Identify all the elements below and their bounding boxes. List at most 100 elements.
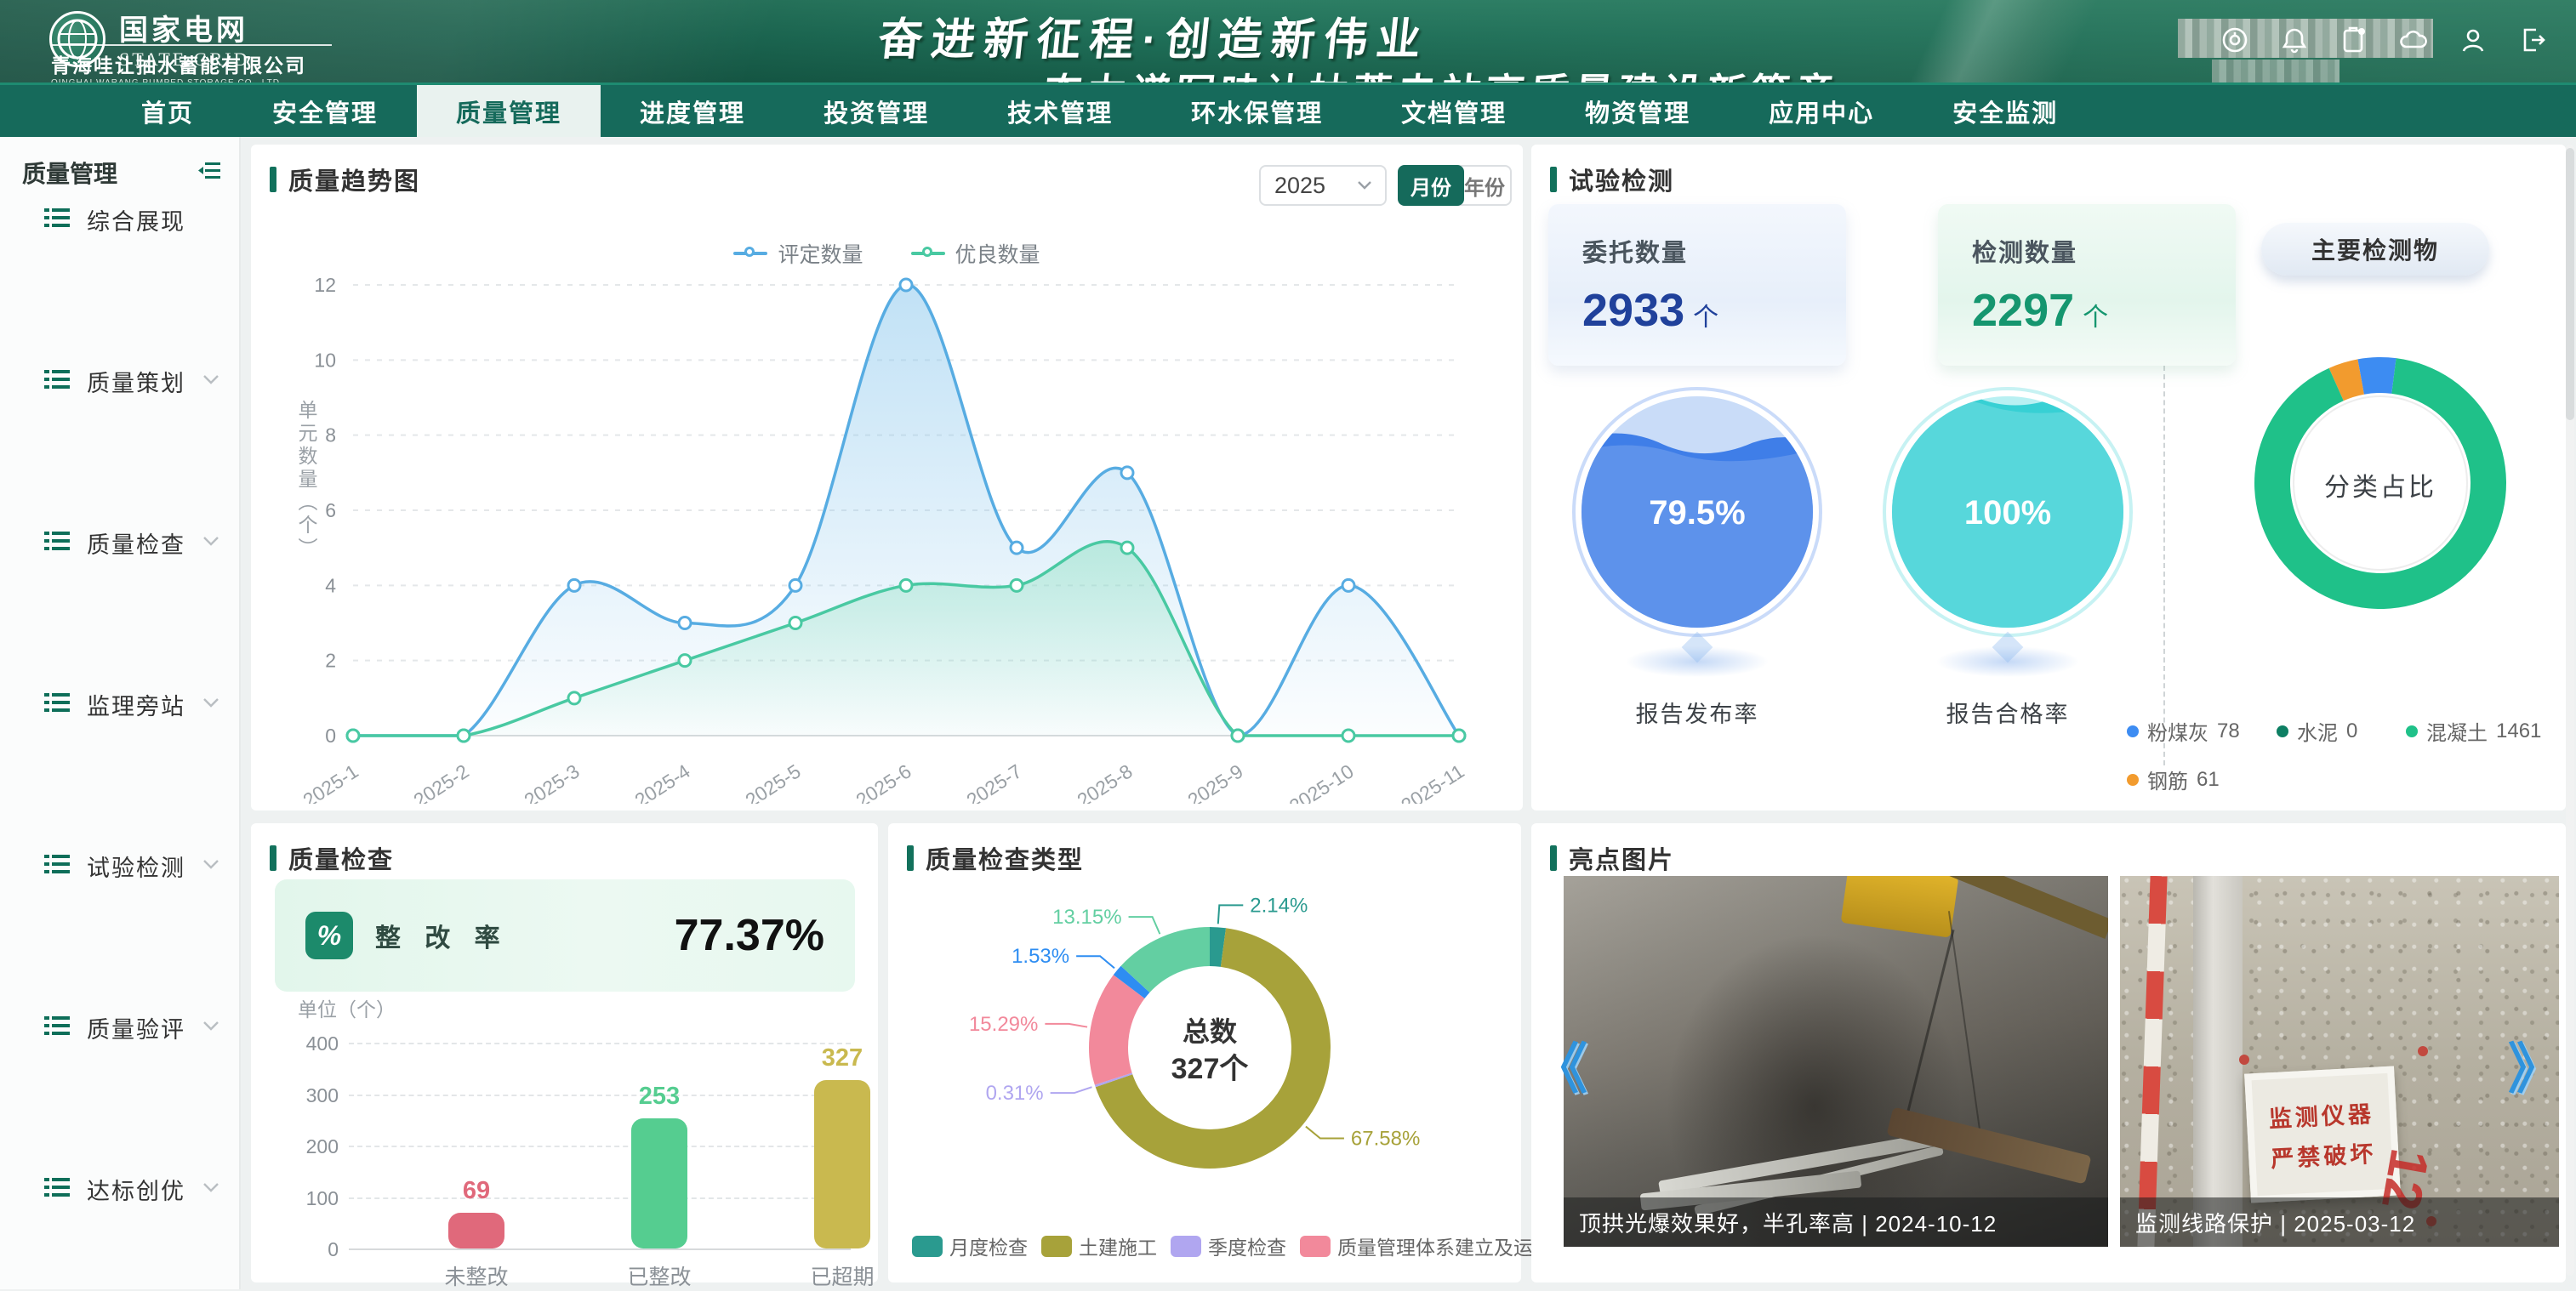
nav-item-5[interactable]: 技术管理 bbox=[968, 85, 1152, 137]
nav-item-2[interactable]: 质量管理 bbox=[417, 85, 601, 137]
svg-text:1.53%: 1.53% bbox=[1012, 945, 1069, 968]
scrollbar-thumb[interactable] bbox=[2566, 148, 2574, 420]
header: 国家电网 STATE GRID 青海哇让抽水蓄能有限公司 QINGHAI WAR… bbox=[0, 0, 2576, 82]
y-tick: 0 bbox=[298, 1238, 339, 1261]
nav-item-7[interactable]: 文档管理 bbox=[1362, 85, 1546, 137]
bar-已超期[interactable] bbox=[814, 1080, 870, 1248]
carousel-next-icon[interactable]: 》 bbox=[2508, 1026, 2562, 1104]
sidebar-item-label: 质量验评 bbox=[87, 1011, 185, 1044]
svg-text:12: 12 bbox=[314, 274, 336, 296]
stat-card-0: 委托数量2933个 bbox=[1548, 204, 1846, 366]
svg-text:2025-9: 2025-9 bbox=[1183, 759, 1246, 804]
carousel-prev-icon[interactable]: 《 bbox=[1533, 1026, 1587, 1104]
legend-item-土建施工[interactable]: 土建施工 bbox=[1041, 1231, 1157, 1260]
main-nav: 首页安全管理质量管理进度管理投资管理技术管理环水保管理文档管理物资管理应用中心安… bbox=[0, 82, 2576, 137]
list-icon bbox=[44, 369, 70, 394]
nav-item-9[interactable]: 应用中心 bbox=[1730, 85, 1913, 137]
svg-text:2025-10: 2025-10 bbox=[1285, 759, 1358, 804]
sidebar-item-label: 质量检查 bbox=[87, 526, 185, 560]
chevron-down-icon bbox=[203, 373, 219, 389]
pole-art bbox=[2193, 876, 2243, 1247]
svg-text:0.31%: 0.31% bbox=[986, 1082, 1044, 1105]
nav-item-10[interactable]: 安全监测 bbox=[1913, 85, 2097, 137]
drill-machine-art bbox=[1841, 876, 1959, 938]
toggle-month-button[interactable]: 月份 bbox=[1398, 165, 1464, 206]
help-icon[interactable] bbox=[2217, 22, 2253, 58]
bolt-art bbox=[2239, 1055, 2249, 1065]
legend-item-粉煤灰[interactable]: 粉煤灰78 bbox=[2127, 716, 2254, 746]
sidebar-item-label: 监理旁站 bbox=[87, 688, 185, 721]
gridline bbox=[349, 1043, 851, 1044]
sidebar-collapse-icon[interactable] bbox=[198, 161, 222, 185]
nav-item-1[interactable]: 安全管理 bbox=[233, 85, 417, 137]
cloud-icon[interactable] bbox=[2396, 22, 2431, 58]
panel-test-detection: 试验检测 主要检测物 79.5% 100% 报告发布率 报告合格率 分类占比 粉… bbox=[1531, 145, 2566, 810]
legend-row: 钢筋61 bbox=[2127, 765, 2552, 794]
sidebar-item-0[interactable]: 综合展现 bbox=[0, 190, 241, 249]
bar-label: 未整改 bbox=[408, 1260, 544, 1291]
highlight-photo-1[interactable]: 顶拱光爆效果好，半孔率高 | 2024-10-12 bbox=[1564, 876, 2108, 1247]
gridline bbox=[349, 1146, 851, 1147]
svg-text:15.29%: 15.29% bbox=[969, 1013, 1038, 1036]
year-select[interactable]: 2025 bbox=[1259, 165, 1387, 206]
sidebar-item-6[interactable]: 达标创优 bbox=[0, 1159, 241, 1219]
y-tick: 200 bbox=[298, 1135, 339, 1158]
legend-item-水泥[interactable]: 水泥0 bbox=[2277, 716, 2384, 746]
svg-text:2025-7: 2025-7 bbox=[962, 759, 1025, 804]
svg-text:6: 6 bbox=[325, 499, 336, 521]
report-pass-gauge: 100% bbox=[1880, 384, 2135, 640]
panel-accent-bar bbox=[1550, 845, 1557, 871]
panel-check-types: 质量检查类型 2.14%67.58%0.31%15.29%1.53%13.15%… bbox=[888, 823, 1521, 1282]
user-icon[interactable] bbox=[2455, 22, 2491, 58]
redacted-username-2 bbox=[2212, 60, 2339, 85]
stat-value: 2297个 bbox=[1972, 284, 2236, 337]
photo-caption: 监测线路保护 | 2025-03-12 bbox=[2120, 1197, 2559, 1247]
toggle-year-button[interactable]: 年份 bbox=[1457, 165, 1512, 206]
bar-已整改[interactable] bbox=[631, 1118, 687, 1248]
chevron-down-icon bbox=[203, 697, 219, 712]
legend-item-混凝土[interactable]: 混凝土1461 bbox=[2406, 716, 2541, 746]
panel-title: 质量检查 bbox=[288, 840, 394, 876]
nav-item-3[interactable]: 进度管理 bbox=[601, 85, 784, 137]
panel-title: 亮点图片 bbox=[1569, 840, 1674, 876]
scrollbar[interactable] bbox=[2566, 145, 2574, 1276]
donut-center-label: 分类占比 bbox=[2244, 466, 2516, 503]
svg-text:13.15%: 13.15% bbox=[1052, 906, 1121, 929]
nav-item-4[interactable]: 投资管理 bbox=[784, 85, 968, 137]
list-icon bbox=[44, 208, 70, 232]
svg-text:2025-6: 2025-6 bbox=[852, 759, 915, 804]
main-detection-pill[interactable]: 主要检测物 bbox=[2261, 223, 2489, 276]
bar-label: 已整改 bbox=[591, 1260, 727, 1291]
bar-未整改[interactable] bbox=[448, 1213, 504, 1248]
clipboard-icon[interactable] bbox=[2336, 22, 2372, 58]
nav-item-6[interactable]: 环水保管理 bbox=[1152, 85, 1362, 137]
sidebar-item-4[interactable]: 试验检测 bbox=[0, 836, 241, 896]
nav-item-0[interactable]: 首页 bbox=[102, 85, 233, 137]
bell-icon[interactable] bbox=[2277, 22, 2312, 58]
legend-item-月度检查[interactable]: 月度检查 bbox=[912, 1231, 1028, 1260]
legend-item-季度检查[interactable]: 季度检查 bbox=[1171, 1231, 1286, 1260]
nav-item-8[interactable]: 物资管理 bbox=[1546, 85, 1730, 137]
svg-text:2: 2 bbox=[325, 650, 336, 672]
logout-icon[interactable] bbox=[2515, 22, 2550, 58]
sidebar-item-3[interactable]: 监理旁站 bbox=[0, 674, 241, 734]
legend-item-钢筋[interactable]: 钢筋61 bbox=[2127, 765, 2234, 794]
highlight-photo-2[interactable]: 监测仪器 严禁破坏 12 监测线路保护 | 2025-03-12 bbox=[2120, 876, 2559, 1247]
quality-check-bar-chart: 400300200100069未整改253已整改327已超期 bbox=[298, 1026, 851, 1281]
brand-name-cn: 国家电网 bbox=[119, 7, 250, 48]
svg-text:8: 8 bbox=[325, 424, 336, 446]
sidebar-title: 质量管理 bbox=[22, 156, 117, 190]
sidebar: 质量管理 综合展现质量策划质量检查监理旁站试验检测质量验评达标创优 bbox=[0, 137, 241, 1289]
svg-text:2025-11: 2025-11 bbox=[1397, 759, 1468, 804]
sidebar-item-5[interactable]: 质量验评 bbox=[0, 998, 241, 1057]
chevron-down-icon bbox=[203, 1020, 219, 1035]
svg-text:100%: 100% bbox=[1964, 494, 2051, 532]
svg-text:2025-2: 2025-2 bbox=[409, 759, 472, 804]
gauge-label: 报告合格率 bbox=[1880, 696, 2135, 729]
sidebar-item-label: 达标创优 bbox=[87, 1173, 185, 1206]
rectification-rate-label: 整 改 率 bbox=[375, 917, 509, 954]
gridline bbox=[349, 1197, 851, 1199]
sidebar-item-2[interactable]: 质量检查 bbox=[0, 513, 241, 572]
legend-item-质量管理体系建立及运行[interactable]: 质量管理体系建立及运行 bbox=[1300, 1231, 1553, 1260]
sidebar-item-1[interactable]: 质量策划 bbox=[0, 351, 241, 411]
